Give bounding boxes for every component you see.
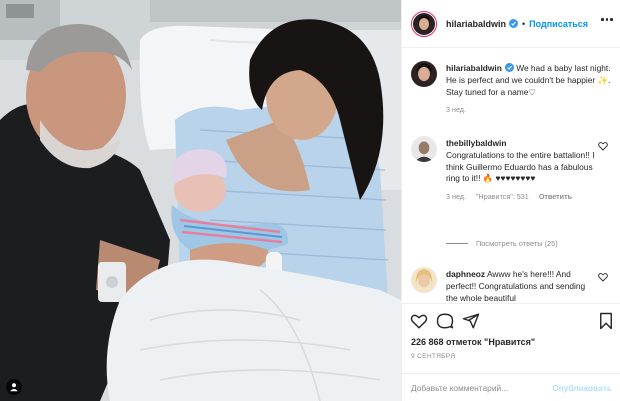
comment-input[interactable]: [411, 383, 541, 393]
profile-photo-icon: [411, 267, 437, 293]
comment-username[interactable]: thebillybaldwin: [446, 138, 507, 148]
add-comment-area: Опубликовать: [402, 373, 620, 401]
comment-avatar[interactable]: [411, 136, 437, 162]
header-username-text[interactable]: hilariabaldwin: [446, 19, 506, 29]
hospital-newborn-photo: [0, 0, 401, 401]
caption-username[interactable]: hilariabaldwin: [446, 63, 502, 73]
verified-badge-icon: [509, 18, 519, 28]
instagram-post: hilariabaldwin • Подписаться hilariabald…: [0, 0, 620, 401]
view-replies-line: [446, 243, 468, 244]
verified-badge-icon: [504, 63, 514, 72]
follow-button[interactable]: Подписаться: [529, 19, 588, 29]
reply-button[interactable]: Ответить: [539, 191, 572, 203]
comments-list[interactable]: hilariabaldwin We had a baby last night.…: [402, 49, 620, 303]
comment-avatar[interactable]: [411, 267, 437, 293]
more-options-icon[interactable]: [601, 18, 613, 22]
profile-photo-icon: [411, 136, 437, 162]
post-side-panel: hilariabaldwin • Подписаться hilariabald…: [401, 0, 620, 401]
person-glyph-icon: [10, 383, 18, 392]
caption-avatar[interactable]: [411, 61, 437, 87]
profile-photo-icon: [413, 12, 435, 35]
view-replies-label[interactable]: Посмотреть ответы (25): [476, 239, 558, 248]
comment-likes[interactable]: "Нравится": 531: [476, 191, 529, 203]
view-replies-button[interactable]: Посмотреть ответы (25): [446, 239, 558, 248]
likes-count[interactable]: 226 868 отметок "Нравится": [411, 337, 535, 347]
heart-icon[interactable]: [598, 141, 608, 151]
comment-username[interactable]: daphneoz: [446, 269, 485, 279]
bookmark-icon[interactable]: [597, 312, 615, 330]
header-username[interactable]: hilariabaldwin: [446, 18, 519, 29]
post-date[interactable]: 9 СЕНТЯБРЯ: [411, 353, 455, 360]
comment-text: Congratulations to the entire battalion!…: [446, 149, 595, 184]
comment-bubble-icon[interactable]: [436, 312, 454, 330]
caption-time[interactable]: 3 нед.: [446, 104, 466, 116]
comment-time[interactable]: 3 нед.: [446, 191, 466, 203]
like-heart-icon[interactable]: [410, 312, 428, 330]
user-tag-icon[interactable]: [6, 379, 22, 395]
post-header: hilariabaldwin • Подписаться: [402, 0, 620, 48]
publish-button[interactable]: Опубликовать: [552, 383, 612, 393]
profile-photo-icon: [411, 61, 437, 87]
post-photo[interactable]: [0, 0, 401, 401]
header-separator: •: [522, 18, 526, 29]
heart-icon[interactable]: [598, 272, 608, 282]
share-icon[interactable]: [462, 312, 480, 330]
avatar[interactable]: [411, 10, 437, 37]
post-actions: 226 868 отметок "Нравится" 9 СЕНТЯБРЯ Оп…: [402, 303, 620, 401]
